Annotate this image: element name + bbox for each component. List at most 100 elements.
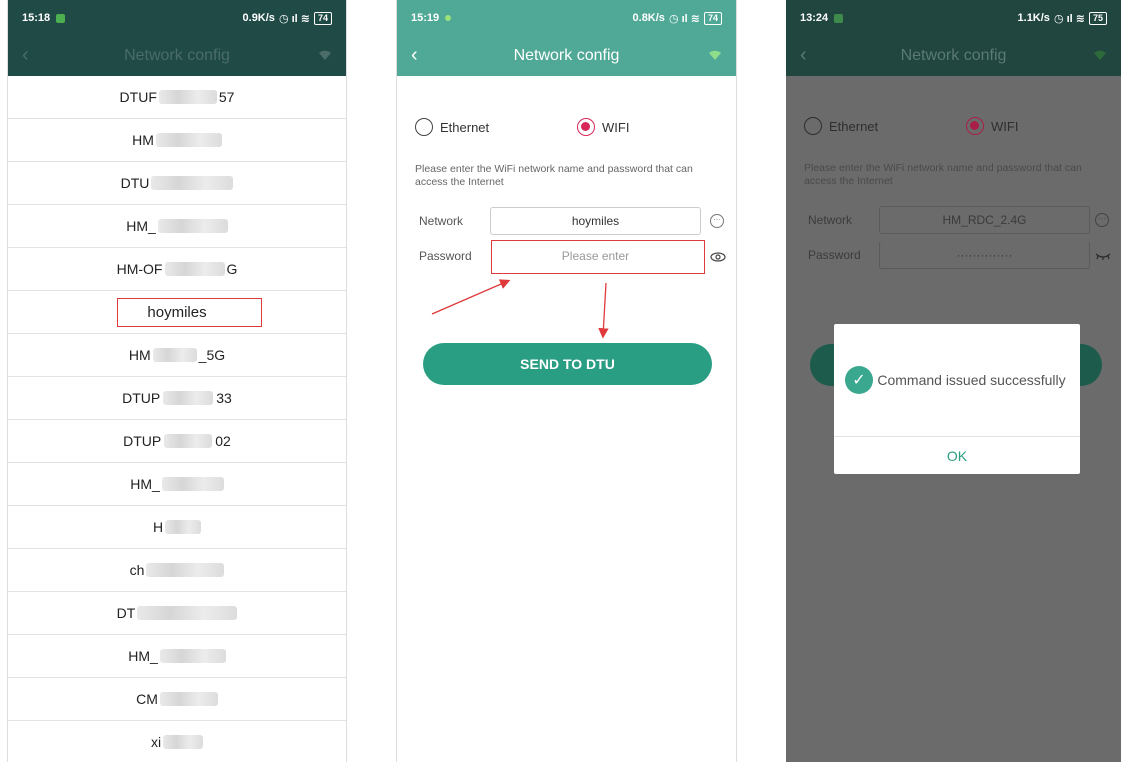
network-item[interactable]: HM _5G: [8, 334, 346, 377]
screen-wifi-config: 15:19 0.8K/s ◷ ıl ≋ 74 ‹ Network config Et…: [396, 0, 737, 762]
highlight-annotation: [117, 298, 262, 327]
network-label: Network: [808, 213, 853, 227]
radio-selected-icon: [577, 118, 595, 136]
ok-button[interactable]: OK: [834, 437, 1080, 474]
ethernet-label: Ethernet: [829, 118, 879, 134]
network-name: DTUF: [119, 89, 157, 105]
dimmed-content: Ethernet WIFI Please enter the WiFi netw…: [786, 76, 1121, 762]
password-row: Password ··············: [786, 239, 1121, 271]
network-name: DTUP: [123, 433, 162, 449]
network-name-suffix: _5G: [198, 347, 226, 363]
wifi-hint: Please enter the WiFi network name and p…: [804, 162, 1082, 187]
network-name: DTU: [120, 175, 150, 191]
network-item[interactable]: DTUP 33: [8, 377, 346, 420]
network-item[interactable]: HM: [8, 119, 346, 162]
connection-type-group: Ethernet WIFI: [786, 76, 1121, 135]
network-name-suffix: 33: [216, 390, 232, 406]
network-row: Network HM_RDC_2.4G ···: [786, 204, 1121, 236]
battery-icon: 75: [1088, 11, 1107, 25]
dialog-message: Command issued successfully: [877, 372, 1066, 388]
wifi-label: WIFI: [602, 119, 630, 135]
password-field: ··············: [879, 241, 1090, 269]
notification-icon: [445, 15, 452, 21]
status-bar: 13:24 1.1K/s ◷ ıl ≋ 75: [786, 0, 1121, 36]
ethernet-label: Ethernet: [440, 119, 490, 135]
wifi-icon: [1093, 48, 1107, 66]
network-item[interactable]: H: [8, 506, 346, 549]
dialog-body: ✓ Command issued successfully: [834, 324, 1080, 437]
network-name-suffix: 02: [215, 433, 231, 449]
network-name: HM: [132, 132, 154, 148]
app-bar: ‹ Network config: [397, 36, 736, 76]
more-options-icon[interactable]: ···: [710, 214, 724, 228]
send-to-dtu-button[interactable]: SEND TO DTU: [423, 343, 712, 385]
wifi-hint: Please enter the WiFi network name and p…: [415, 163, 693, 188]
app-bar: ‹ Network config: [8, 36, 346, 76]
wifi-icon: [708, 48, 722, 66]
wifi-network-list: DTUF 57 HM DTU HM_ HM-OF G hoymiles HM _5G …: [8, 76, 346, 762]
network-row: Network hoymiles ···: [397, 205, 736, 237]
battery-icon: 74: [313, 11, 332, 25]
network-name: HM_: [128, 648, 158, 664]
password-highlight-annotation: [491, 240, 705, 274]
network-name: HM_: [130, 476, 160, 492]
network-item[interactable]: xi: [8, 721, 346, 762]
page-title: Network config: [513, 47, 620, 64]
network-name: xi: [150, 734, 162, 750]
network-item[interactable]: HM_: [8, 205, 346, 248]
radio-unselected-icon: [804, 117, 822, 135]
network-field[interactable]: hoymiles: [490, 207, 701, 235]
wifi-radio: WIFI: [966, 117, 1018, 135]
wifi-icon: [318, 48, 332, 66]
network-speed: 0.9K/s: [242, 12, 275, 24]
network-name-suffix: 57: [218, 89, 235, 105]
back-icon[interactable]: ‹: [22, 44, 29, 67]
notification-icon: [56, 13, 66, 23]
page-title: Network config: [124, 47, 230, 64]
password-label: Password: [419, 249, 472, 263]
eye-closed-icon: [1095, 249, 1111, 264]
network-name: DTUP: [122, 390, 161, 406]
network-item[interactable]: CM: [8, 678, 346, 721]
status-bar: 15:18 0.9K/s ◷ ıl ≋ 74: [8, 0, 346, 36]
battery-icon: 74: [703, 11, 722, 25]
radio-selected-icon: [966, 117, 984, 135]
back-icon[interactable]: ‹: [800, 44, 807, 67]
status-bar: 15:19 0.8K/s ◷ ıl ≋ 74: [397, 0, 736, 36]
network-item[interactable]: HM_: [8, 635, 346, 678]
app-bar: ‹ Network config: [786, 36, 1121, 76]
wifi-radio[interactable]: WIFI: [577, 118, 629, 136]
status-time: 15:18: [22, 12, 51, 24]
network-speed: 1.1K/s: [1017, 12, 1050, 24]
screen-network-list: 15:18 0.9K/s ◷ ıl ≋ 74 ‹ Network config DT…: [7, 0, 347, 762]
network-item[interactable]: DTUP 02: [8, 420, 346, 463]
network-field: HM_RDC_2.4G: [879, 206, 1090, 234]
password-label: Password: [808, 248, 861, 262]
signal-icon: ◷ ıl ≋: [1053, 12, 1085, 25]
network-name: HM: [128, 347, 151, 363]
more-options-icon: ···: [1095, 213, 1109, 227]
network-item[interactable]: DTU: [8, 162, 346, 205]
ethernet-radio[interactable]: Ethernet: [415, 118, 577, 136]
network-name: HM-OF: [116, 261, 163, 277]
status-time: 13:24: [800, 12, 829, 24]
network-name: DT: [116, 605, 136, 621]
network-item-selected[interactable]: hoymiles: [8, 291, 346, 334]
network-speed: 0.8K/s: [632, 12, 665, 24]
signal-icon: ◷ ıl ≋: [278, 12, 310, 25]
network-item[interactable]: ch: [8, 549, 346, 592]
network-name: H: [152, 519, 164, 535]
network-item[interactable]: HM-OF G: [8, 248, 346, 291]
network-name: ch: [129, 562, 145, 578]
ethernet-radio: Ethernet: [804, 117, 966, 135]
network-item[interactable]: DTUF 57: [8, 76, 346, 119]
wifi-label: WIFI: [991, 118, 1019, 134]
network-name: HM_: [126, 218, 156, 234]
network-item[interactable]: HM_: [8, 463, 346, 506]
eye-icon[interactable]: [710, 250, 726, 265]
back-icon[interactable]: ‹: [411, 44, 418, 67]
notification-icon: [834, 13, 844, 23]
network-name: CM: [136, 691, 158, 707]
radio-unselected-icon: [415, 118, 433, 136]
network-item[interactable]: DT: [8, 592, 346, 635]
